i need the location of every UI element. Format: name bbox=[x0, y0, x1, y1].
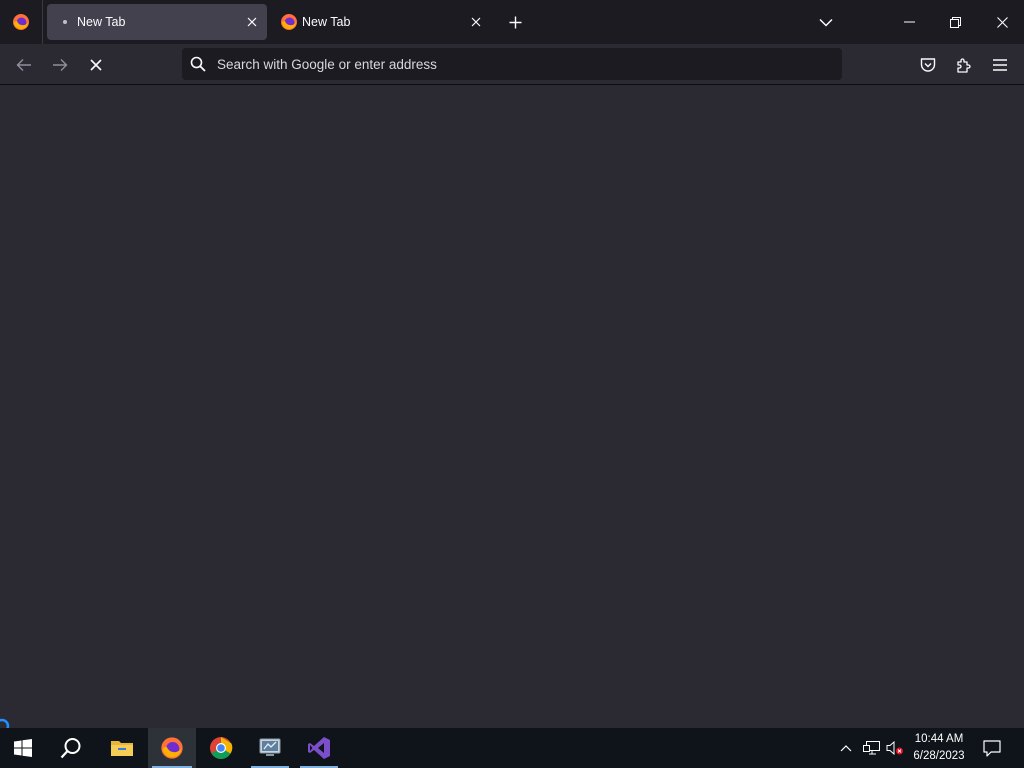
stop-button[interactable] bbox=[80, 50, 112, 80]
chevron-down-icon bbox=[819, 18, 833, 27]
loading-dot-icon bbox=[63, 20, 67, 24]
taskbar-firefox[interactable] bbox=[148, 728, 196, 768]
forward-button[interactable] bbox=[44, 50, 76, 80]
back-button[interactable] bbox=[8, 50, 40, 80]
firefox-icon bbox=[161, 737, 183, 759]
close-tab-button[interactable] bbox=[467, 13, 485, 31]
taskbar: 10:44 AM 6/28/2023 bbox=[0, 728, 1024, 768]
notifications-icon bbox=[983, 739, 1001, 757]
extensions-button[interactable] bbox=[948, 50, 980, 80]
firefox-icon bbox=[13, 14, 29, 30]
close-icon bbox=[471, 17, 481, 27]
tab-title: New Tab bbox=[77, 15, 126, 29]
action-center-button[interactable] bbox=[978, 734, 1006, 762]
arrow-left-icon bbox=[16, 59, 31, 71]
close-icon bbox=[996, 16, 1008, 28]
firefox-view-button[interactable] bbox=[0, 0, 42, 44]
chrome-icon bbox=[210, 737, 233, 759]
pocket-button[interactable] bbox=[912, 50, 944, 80]
pocket-icon bbox=[920, 57, 936, 72]
search-icon bbox=[60, 738, 81, 759]
restore-icon bbox=[949, 16, 961, 28]
chevron-up-icon bbox=[840, 744, 852, 751]
minimize-button[interactable] bbox=[888, 0, 930, 44]
clock-date: 6/28/2023 bbox=[913, 750, 965, 762]
list-all-tabs-button[interactable] bbox=[812, 8, 840, 36]
app-menu-button[interactable] bbox=[984, 50, 1016, 80]
plus-icon bbox=[509, 16, 521, 28]
navigation-toolbar bbox=[0, 44, 1024, 85]
firefox-icon bbox=[281, 14, 297, 30]
taskbar-file-explorer[interactable] bbox=[99, 728, 145, 768]
url-input[interactable] bbox=[215, 48, 825, 80]
remote-desktop-icon bbox=[259, 738, 281, 756]
minimize-icon bbox=[903, 21, 915, 23]
taskbar-remote-desktop[interactable] bbox=[247, 728, 293, 768]
network-tray-button[interactable] bbox=[860, 738, 882, 758]
new-tab-button[interactable] bbox=[502, 8, 528, 36]
taskbar-search-button[interactable] bbox=[48, 728, 94, 768]
hamburger-icon bbox=[993, 59, 1007, 71]
stop-x-icon bbox=[90, 59, 102, 71]
tab-new-tab[interactable]: New Tab bbox=[271, 4, 491, 40]
tab-new-tab-active[interactable]: New Tab bbox=[47, 4, 267, 40]
folder-icon bbox=[111, 741, 133, 756]
volume-tray-button[interactable] bbox=[884, 738, 906, 758]
windows-logo-icon bbox=[14, 739, 32, 757]
arrow-right-icon bbox=[53, 59, 68, 71]
close-icon bbox=[247, 17, 257, 27]
close-tab-button[interactable] bbox=[243, 13, 261, 31]
start-button[interactable] bbox=[0, 728, 46, 768]
restore-button[interactable] bbox=[934, 0, 976, 44]
tab-title: New Tab bbox=[302, 15, 351, 29]
network-icon bbox=[862, 741, 880, 755]
volume-muted-icon bbox=[886, 741, 903, 755]
address-bar[interactable] bbox=[182, 48, 842, 80]
taskbar-clock[interactable]: 10:44 AM 6/28/2023 bbox=[904, 731, 974, 765]
taskbar-chrome[interactable] bbox=[198, 728, 244, 768]
clock-time: 10:44 AM bbox=[914, 733, 964, 745]
show-hidden-icons-button[interactable] bbox=[836, 738, 856, 758]
taskbar-visual-studio[interactable] bbox=[296, 728, 342, 768]
visual-studio-icon bbox=[308, 737, 330, 759]
tab-separator bbox=[42, 0, 43, 44]
tab-strip: New Tab New Tab bbox=[0, 0, 1024, 44]
page-content bbox=[0, 86, 1024, 728]
close-window-button[interactable] bbox=[980, 0, 1024, 44]
puzzle-icon bbox=[957, 58, 971, 73]
search-icon bbox=[190, 56, 206, 72]
